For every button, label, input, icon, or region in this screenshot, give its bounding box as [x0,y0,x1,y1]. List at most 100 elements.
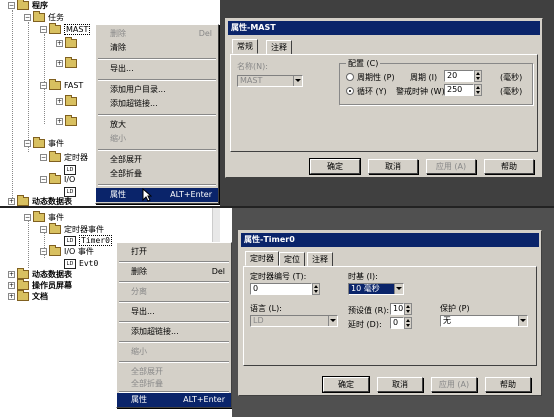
expand-icon[interactable]: + [56,40,63,47]
expand-icon[interactable]: + [56,118,63,125]
menu-item-expand-all[interactable]: 全部展开 [96,153,218,167]
menu-item-delete[interactable]: 删除 Del [117,265,231,279]
dialog-title-bar: 属性-MAST [228,21,540,35]
collapse-icon[interactable]: − [40,248,47,255]
expand-icon[interactable]: + [8,282,15,289]
period-input[interactable]: 20 [444,70,474,82]
tree-subitem[interactable]: + [56,115,80,127]
tree-subitem[interactable]: + [56,57,80,69]
watchdog-spinner[interactable] [474,84,482,96]
tree-subitem[interactable]: + [56,95,80,107]
preset-spinner[interactable] [404,303,412,315]
timer-number-input[interactable]: 0 [250,283,312,295]
help-button[interactable]: 帮助 [484,159,534,174]
tree-item-fast[interactable]: − FAST [40,79,83,91]
tree-item-event[interactable]: − 事件 [24,211,64,223]
menu-item-clear[interactable]: 清除 [96,41,218,55]
language-label: 语言 (L): [250,304,282,313]
collapse-icon[interactable]: − [40,26,47,33]
folder-icon [17,195,29,206]
timer-number-spinner[interactable] [312,283,320,295]
periodic-label: 周期性 (P) [357,73,395,82]
tree-item-io[interactable]: − I/O [40,173,75,185]
folder-icon [17,0,29,10]
tree-item-timer0[interactable]: LD Timer0 [64,235,112,246]
folder-icon [17,290,29,301]
expand-icon[interactable]: + [8,198,15,205]
folder-icon [33,11,45,22]
tree-item-timer[interactable]: − 定时器 [40,151,88,163]
menu-item-properties[interactable]: 属性 ALT+Enter [96,188,218,202]
cyclic-radio[interactable] [346,87,354,95]
periodic-radio[interactable] [346,73,354,81]
menu-item-open[interactable]: 打开 [117,245,231,259]
watchdog-input[interactable]: 250 [444,84,474,96]
tab-timer[interactable]: 定时器 [245,251,279,266]
collapse-icon[interactable]: − [40,226,47,233]
cancel-button[interactable]: 取消 [368,159,418,174]
folder-icon [65,95,77,106]
menu-item-zoom-in[interactable]: 放大 [96,118,218,132]
protect-dropdown[interactable]: 无 [440,315,528,327]
tab-comment[interactable]: 注释 [307,252,333,267]
collapse-icon[interactable]: − [24,140,31,147]
menu-separator [119,341,229,343]
period-label: 周期 (I) [410,73,438,82]
menu-item-separate[interactable]: 分离 [117,285,231,299]
expand-icon[interactable]: + [56,98,63,105]
tree-item-io-event[interactable]: − I/O 事件 [40,245,94,257]
dropdown-arrow-icon [293,76,302,86]
timebase-dropdown[interactable]: 10 毫秒 [348,283,404,295]
menu-item-export[interactable]: 导出... [96,62,218,76]
tree-item-mast[interactable]: − MAST [40,23,91,35]
expand-icon[interactable]: + [8,293,15,300]
menu-item-export[interactable]: 导出... [117,305,231,319]
collapse-icon[interactable]: − [8,2,15,9]
tab-general[interactable]: 常规 [232,39,258,54]
folder-icon [33,137,45,148]
menu-item-collapse-all[interactable]: 全部折叠 [96,167,218,181]
menu-item-add-user-directory[interactable]: 添加用户目录... [96,83,218,97]
tree-item-timer-event[interactable]: − 定时器事件 [40,223,104,235]
apply-button[interactable]: 应用 (A) [426,159,476,174]
collapse-icon[interactable]: − [40,154,47,161]
tree-item-documentation[interactable]: + 文档 [8,290,48,302]
ok-button[interactable]: 确定 [309,158,361,175]
delay-spinner[interactable] [404,317,412,329]
collapse-icon[interactable]: − [24,14,31,21]
menu-item-add-hyperlink[interactable]: 添加超链接... [117,325,231,339]
menu-item-add-hyperlink[interactable]: 添加超链接... [96,97,218,111]
expand-icon[interactable]: + [8,271,15,278]
tree-item-task[interactable]: − 任务 [24,11,64,23]
properties-dialog-timer0: 属性-Timer0 定时器 定位 注释 定时器编号 (T): 0 时基 (I):… [238,230,542,396]
menu-item-properties[interactable]: 属性 ALT+Enter [117,393,231,407]
tree-subitem[interactable]: + [56,37,80,49]
context-menu-top: 删除 Del 清除 导出... 添加用户目录... 添加超链接... 放大 缩小 … [95,24,219,204]
name-dropdown[interactable]: MAST [237,75,303,87]
ok-button[interactable]: 确定 [322,376,370,393]
menu-item-zoom-out[interactable]: 缩小 [96,132,218,146]
period-spinner[interactable] [474,70,482,82]
collapse-icon[interactable]: − [40,176,47,183]
collapse-icon[interactable]: − [40,82,47,89]
apply-button[interactable]: 应用 (A) [431,377,477,392]
menu-item-zoom-out[interactable]: 缩小 [117,345,231,359]
tab-comment[interactable]: 注释 [266,40,292,55]
help-button[interactable]: 帮助 [485,377,531,392]
tab-location[interactable]: 定位 [279,252,305,267]
properties-dialog-mast: 属性-MAST 常规 注释 名称(N): MAST 配置 (C) 周期性 (P)… [225,18,543,178]
language-dropdown[interactable]: LD [250,315,338,327]
collapse-icon[interactable]: − [24,214,31,221]
preset-input[interactable]: 10 [390,303,404,315]
menu-item-delete[interactable]: 删除 Del [96,27,218,41]
expand-icon[interactable]: + [56,60,63,67]
tree-item-program[interactable]: − 程序 [8,0,48,11]
menu-separator [98,114,216,116]
menu-separator [98,79,216,81]
menu-item-collapse-all[interactable]: 全部折叠 [117,377,231,391]
cancel-button[interactable]: 取消 [377,377,423,392]
tree-item-evt0[interactable]: LD Evt0 [64,258,98,269]
delay-input[interactable]: 0 [390,317,404,329]
ld-section-icon: LD [64,186,76,197]
tree-item-event[interactable]: − 事件 [24,137,64,149]
